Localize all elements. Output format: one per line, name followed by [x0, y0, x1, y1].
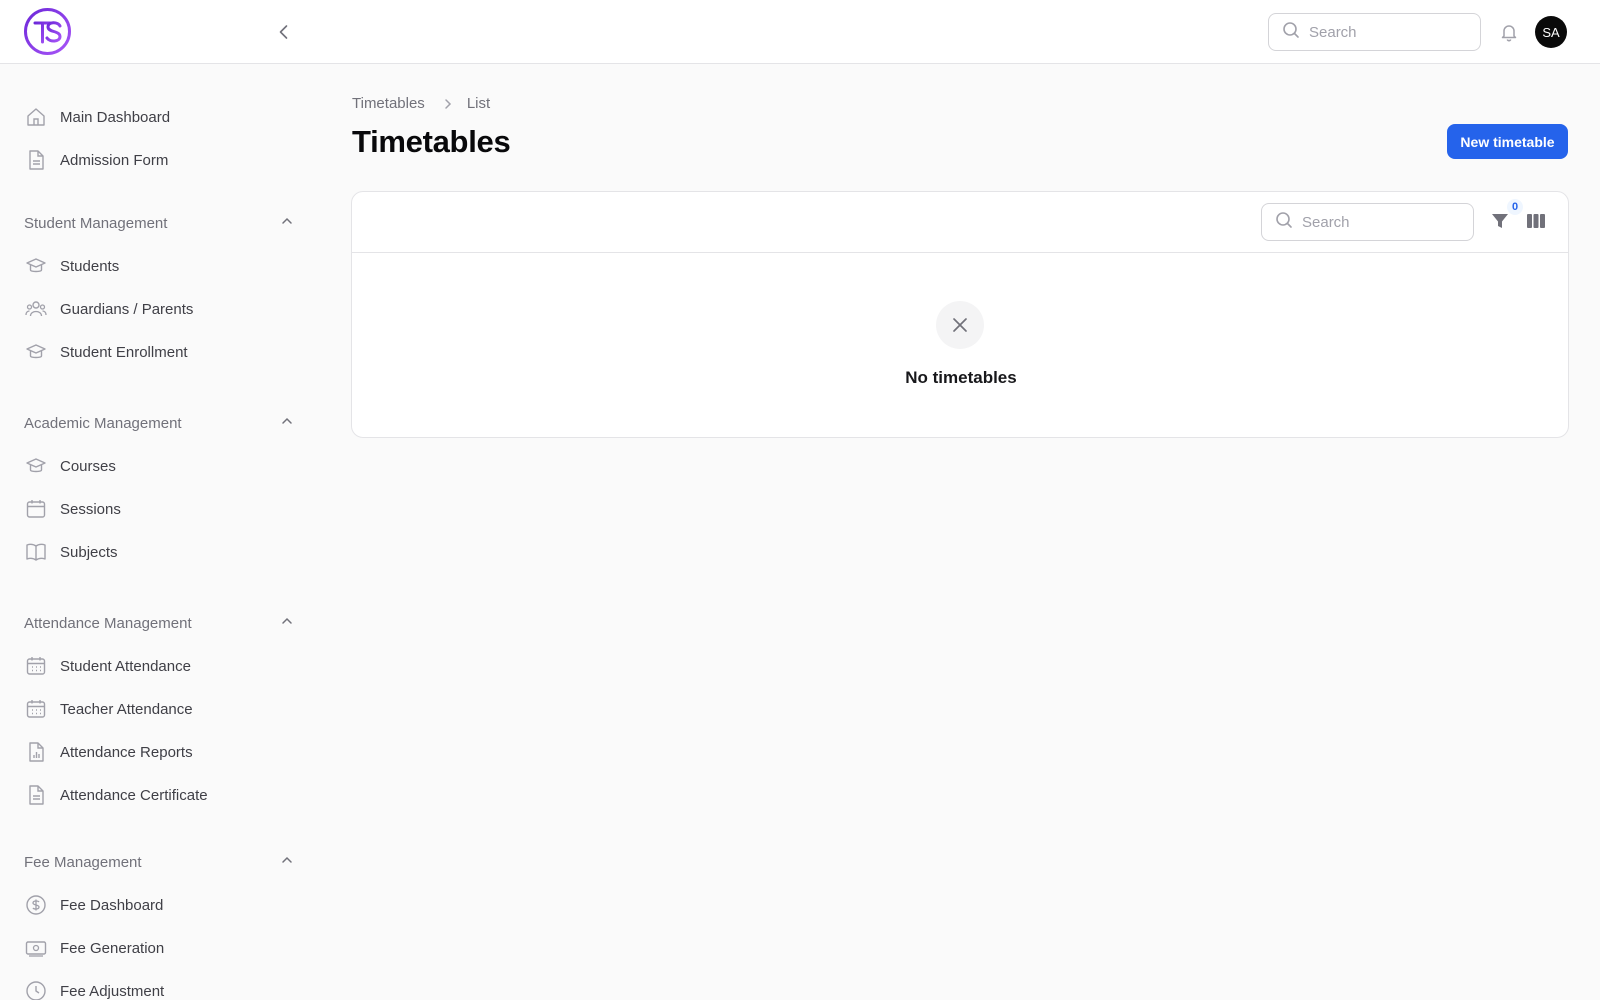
- sidebar-item-label: Fee Generation: [60, 939, 165, 957]
- group-academic-management[interactable]: Academic Management: [24, 411, 294, 435]
- calendar-days-icon: [24, 697, 48, 721]
- group-title: Student Management: [24, 214, 168, 232]
- sidebar-item-label: Fee Dashboard: [60, 896, 164, 914]
- group-title: Attendance Management: [24, 614, 192, 632]
- sidebar-item-label: Attendance Certificate: [60, 786, 208, 804]
- app-logo[interactable]: [23, 7, 72, 56]
- document-icon: [24, 148, 48, 172]
- chevron-left-icon: [279, 25, 288, 39]
- chevron-up-icon: [280, 214, 294, 233]
- sidebar-item-label: Fee Adjustment: [60, 982, 165, 1000]
- sidebar-item-label: Courses: [60, 457, 116, 475]
- users-icon: [24, 297, 48, 321]
- columns-icon[interactable]: [1524, 209, 1548, 233]
- sidebar-item-sessions[interactable]: Sessions: [24, 493, 304, 525]
- sidebar-item-label: Main Dashboard: [60, 108, 171, 126]
- banknote-icon: [24, 936, 48, 960]
- sidebar-item-admission-form[interactable]: Admission Form: [24, 144, 304, 176]
- page-title: Timetables: [352, 124, 511, 159]
- sidebar-item-attendance-reports[interactable]: Attendance Reports: [24, 736, 304, 768]
- sidebar-item-fee-dashboard[interactable]: Fee Dashboard: [24, 889, 304, 921]
- graduation-cap-icon: [24, 454, 48, 478]
- collapse-sidebar-button[interactable]: [272, 20, 296, 44]
- sidebar-item-label: Subjects: [60, 543, 118, 561]
- group-attendance-management[interactable]: Attendance Management: [24, 611, 294, 635]
- filter-count-badge: 0: [1507, 199, 1523, 215]
- group-title: Fee Management: [24, 853, 142, 871]
- table-search-input[interactable]: [1302, 213, 1452, 231]
- group-title: Academic Management: [24, 414, 182, 432]
- sidebar-item-label: Teacher Attendance: [60, 700, 193, 718]
- document-icon: [24, 783, 48, 807]
- sidebar-item-student-attendance[interactable]: Student Attendance: [24, 650, 304, 682]
- sidebar-item-label: Student Attendance: [60, 657, 191, 675]
- breadcrumb-timetables[interactable]: Timetables: [352, 95, 425, 112]
- table-search[interactable]: [1261, 203, 1474, 241]
- sidebar-item-fee-adjustment[interactable]: Fee Adjustment: [24, 975, 304, 1000]
- top-bar: SA: [0, 0, 1600, 64]
- sidebar-item-student-enrollment[interactable]: Student Enrollment: [24, 336, 304, 368]
- search-icon: [1282, 21, 1300, 44]
- bell-icon[interactable]: [1497, 20, 1521, 44]
- chevron-up-icon: [280, 853, 294, 872]
- timetables-table: 0 No timetables: [351, 191, 1569, 438]
- sidebar-item-label: Student Enrollment: [60, 343, 188, 361]
- group-student-management[interactable]: Student Management: [24, 211, 294, 235]
- sidebar-item-label: Sessions: [60, 500, 121, 518]
- table-toolbar: 0: [352, 192, 1568, 253]
- sidebar-item-label: Admission Form: [60, 151, 169, 169]
- empty-state-close-icon: [936, 301, 984, 349]
- breadcrumb-list: List: [466, 95, 491, 112]
- chevron-up-icon: [280, 414, 294, 433]
- sidebar-item-label: Students: [60, 257, 120, 275]
- sidebar-item-courses[interactable]: Courses: [24, 450, 304, 482]
- sidebar-item-main-dashboard[interactable]: Main Dashboard: [24, 101, 304, 133]
- group-fee-management[interactable]: Fee Management: [24, 850, 294, 874]
- sidebar-item-label: Attendance Reports: [60, 743, 193, 761]
- breadcrumb: Timetables List: [352, 95, 490, 112]
- sidebar: Main Dashboard Admission Form Student Ma…: [0, 64, 318, 1000]
- sidebar-item-subjects[interactable]: Subjects: [24, 536, 304, 568]
- sidebar-item-teacher-attendance[interactable]: Teacher Attendance: [24, 693, 304, 725]
- home-icon: [24, 105, 48, 129]
- sidebar-item-students[interactable]: Students: [24, 250, 304, 282]
- graduation-cap-icon: [24, 254, 48, 278]
- empty-state-message: No timetables: [905, 368, 1017, 387]
- new-timetable-button[interactable]: New timetable: [1447, 124, 1568, 159]
- global-search-input[interactable]: [1309, 23, 1459, 41]
- sidebar-item-attendance-certificate[interactable]: Attendance Certificate: [24, 779, 304, 811]
- chevron-right-icon: [441, 97, 455, 111]
- user-avatar[interactable]: SA: [1535, 16, 1567, 48]
- calendar-icon: [24, 497, 48, 521]
- chart-document-icon: [24, 740, 48, 764]
- graduation-cap-icon: [24, 340, 48, 364]
- calendar-days-icon: [24, 654, 48, 678]
- sidebar-item-label: Guardians / Parents: [60, 300, 194, 318]
- dollar-circle-icon: [24, 893, 48, 917]
- book-icon: [24, 540, 48, 564]
- chevron-up-icon: [280, 614, 294, 633]
- sidebar-item-fee-generation[interactable]: Fee Generation: [24, 932, 304, 964]
- sidebar-item-guardians-parents[interactable]: Guardians / Parents: [24, 293, 304, 325]
- global-search[interactable]: [1268, 13, 1481, 51]
- search-icon: [1275, 211, 1293, 234]
- clock-icon: [24, 979, 48, 1000]
